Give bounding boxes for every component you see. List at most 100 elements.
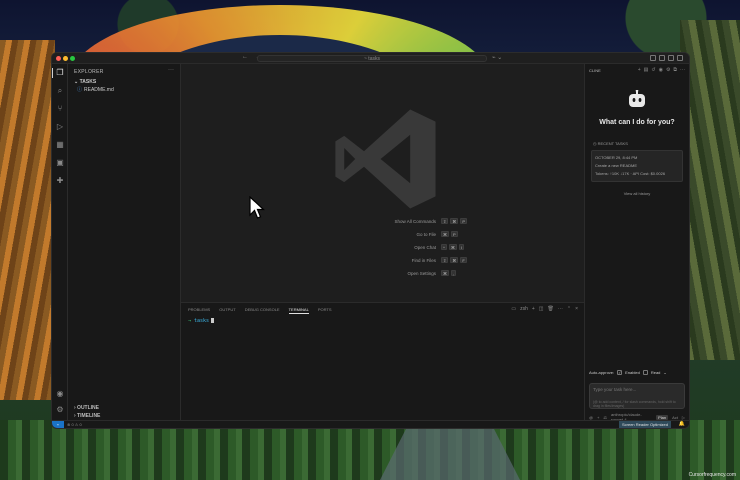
shortcut-key: ⌘ (441, 231, 449, 237)
files-icon[interactable]: ❐ (52, 68, 64, 78)
file-readme[interactable]: ⓘ README.md (77, 86, 177, 93)
more-icon[interactable]: ··· (680, 67, 685, 73)
terminal-prompt[interactable]: → tasks (188, 318, 215, 324)
screen-reader-status[interactable]: Screen Reader Optimized (618, 421, 671, 428)
prompt-arrow: → (188, 318, 192, 324)
shortcut-row[interactable]: Open Settings ⌘, (346, 270, 546, 284)
close-window-button[interactable] (56, 56, 61, 61)
status-bar: ⌁ ⊗ 0 ⚠ 0 Screen Reader Optimized 🔔 (52, 420, 689, 428)
shortcut-label: Go to File (416, 232, 436, 237)
shortcut-key: ⇧ (441, 218, 449, 224)
editor-area[interactable]: Show All Commands ⇧ ⌘ P Go to File ⌘ P Open… (181, 64, 584, 302)
outline-section[interactable]: › OUTLINE (68, 405, 180, 412)
settings-icon[interactable]: ⚙ (56, 406, 64, 414)
new-task-icon[interactable]: + (638, 67, 641, 73)
plan-toggle[interactable]: Plan (656, 414, 669, 420)
task-date: OCTOBER 29, 8:44 PM (595, 155, 638, 160)
toggle-sidebar-icon[interactable] (650, 55, 656, 61)
popout-icon[interactable]: ⧉ (673, 67, 677, 73)
shortcut-key: ⇧ (441, 257, 449, 263)
maximize-panel-icon[interactable]: ⌃ (567, 306, 571, 312)
shortcut-key: P (460, 218, 468, 224)
recent-tasks-text: RECENT TASKS (597, 141, 628, 146)
act-toggle[interactable]: Act (672, 415, 678, 420)
kill-terminal-icon[interactable]: 🗑 (548, 306, 554, 312)
rules-icon[interactable]: ⚖ (603, 415, 607, 420)
task-text: Create a new README (595, 163, 638, 168)
enabled-label: Enabled (625, 370, 640, 375)
minimize-window-button[interactable] (63, 56, 68, 61)
toggle-secondary-sidebar-icon[interactable] (668, 55, 674, 61)
task-input-hint: (@ to add context, / for slash commands,… (593, 400, 676, 408)
tab-debug-console[interactable]: DEBUG CONSOLE (245, 307, 280, 314)
problems-count[interactable]: ⊗ 0 ⚠ 0 (67, 422, 82, 427)
remote-explorer-icon[interactable]: ▣ (56, 159, 64, 167)
auto-approve-label: Auto-approve: (589, 370, 615, 375)
view-all-history-link[interactable]: View all history (585, 191, 689, 196)
chat-header: CLINE (589, 68, 601, 73)
tab-terminal[interactable]: TERMINAL (288, 307, 309, 314)
mcp-icon[interactable]: ▤ (644, 67, 649, 73)
wallpaper-tree-left (0, 40, 55, 400)
close-panel-icon[interactable]: × (575, 306, 578, 312)
extensions-icon[interactable]: ▦ (56, 141, 64, 149)
chevron-down-icon[interactable]: ⌄ (663, 370, 666, 375)
new-terminal-icon[interactable]: + (532, 306, 535, 312)
tab-ports[interactable]: PORTS (318, 307, 332, 314)
title-bar: ← → ~ tasks ⌁ ⌄ (52, 53, 689, 64)
cline-chat-panel: CLINE + ▤ ↺ ◉ ⚙ ⧉ ··· What can I do for … (584, 64, 689, 422)
terminal-cursor (211, 318, 215, 323)
cline-icon[interactable]: ✚ (56, 177, 64, 185)
settings-icon[interactable]: ⚙ (666, 67, 670, 73)
markdown-file-icon: ⓘ (77, 87, 83, 93)
at-mention-icon[interactable]: @ (589, 415, 593, 420)
timeline-section[interactable]: › TIMELINE (68, 413, 180, 420)
add-image-icon[interactable]: + (597, 415, 599, 420)
split-terminal-icon[interactable]: ◫ (539, 306, 544, 312)
command-center[interactable]: ~ tasks (257, 55, 487, 62)
auto-approve-row: Auto-approve: ✓ Enabled Read ⌄ (589, 370, 667, 375)
task-meta: Tokens: ↑10K ↓17K · API Cost: $0.0026 (595, 171, 666, 176)
folder-tasks[interactable]: ⌄ TASKS (74, 79, 96, 85)
chat-heading: What can I do for you? (599, 119, 675, 126)
clock-icon: ◷ (593, 141, 597, 146)
account-icon[interactable]: ◉ (659, 67, 663, 73)
enabled-checkbox[interactable]: ✓ (617, 370, 623, 375)
notifications-bell-icon[interactable]: 🔔 (679, 421, 685, 427)
remote-indicator-icon[interactable]: ⌁ (52, 421, 64, 428)
account-icon[interactable]: ◉ (56, 390, 64, 398)
zoom-window-button[interactable] (70, 56, 75, 61)
shortcut-key: P (451, 231, 458, 237)
recent-task-card[interactable]: OCTOBER 29, 8:44 PM Create a new README … (591, 150, 683, 182)
wallpaper-ground (0, 420, 740, 480)
shell-name[interactable]: zsh (520, 306, 528, 312)
shortcut-label: Open Settings (407, 271, 436, 276)
customize-layout-icon[interactable] (677, 55, 683, 61)
more-icon[interactable]: ··· (558, 306, 563, 312)
shortcut-key: ^ (441, 244, 447, 250)
layout-controls (650, 55, 683, 61)
read-label: Read (650, 370, 661, 375)
shortcut-keys: ⇧ ⌘ F (441, 257, 467, 263)
shortcut-label: Find in Files (411, 258, 436, 263)
shortcut-key: ⌘ (448, 244, 457, 250)
chat-toolbar: + ▤ ↺ ◉ ⚙ ⧉ ··· (638, 67, 685, 73)
recent-tasks-label: ◷ RECENT TASKS (593, 141, 628, 146)
more-actions-icon[interactable]: ··· (168, 67, 174, 73)
source-control-icon[interactable]: ⑂ (56, 105, 64, 113)
shortcut-label: Open Chat (414, 245, 436, 250)
shortcut-label: Show All Commands (394, 219, 436, 224)
activity-bar: ❐ ⌕ ⑂ ▷ ▦ ▣ ✚ ◉ ⚙ (52, 64, 68, 420)
history-icon[interactable]: ↺ (651, 67, 655, 73)
task-input[interactable]: Type your task here... (@ to add context… (589, 383, 685, 409)
send-icon[interactable]: ▷ (682, 415, 685, 420)
bottom-panel: PROBLEMS OUTPUT DEBUG CONSOLE TERMINAL P… (181, 302, 584, 420)
tab-problems[interactable]: PROBLEMS (188, 307, 210, 314)
copilot-button[interactable]: ⌁ ⌄ (492, 54, 502, 61)
robot-icon (629, 90, 645, 107)
tab-output[interactable]: OUTPUT (219, 307, 235, 314)
search-icon[interactable]: ⌕ (56, 87, 64, 95)
read-checkbox[interactable] (642, 370, 648, 375)
toggle-panel-icon[interactable] (659, 55, 665, 61)
run-debug-icon[interactable]: ▷ (56, 123, 64, 131)
